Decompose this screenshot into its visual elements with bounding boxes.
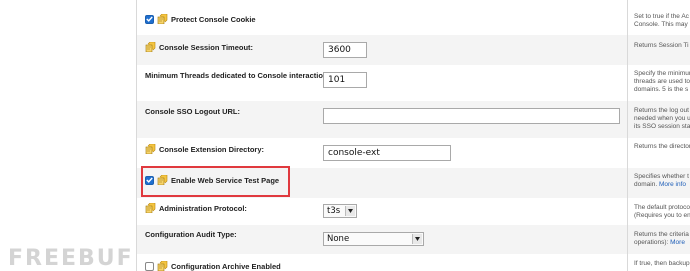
select-value: None bbox=[327, 234, 350, 244]
administration-protocol-select[interactable]: t3s bbox=[323, 204, 357, 218]
setting-row-protect-console-cookie: Protect Console Cookie bbox=[137, 0, 690, 36]
watermark: FREEBUF bbox=[8, 246, 134, 271]
description-administration-protocol: The default protoco (Requires you to en bbox=[634, 204, 690, 219]
setting-label: Console SSO Logout URL: bbox=[145, 107, 240, 116]
setting-row-minimum-threads: Minimum Threads dedicated to Console int… bbox=[137, 65, 690, 102]
dynamic-attribute-icon bbox=[145, 144, 156, 154]
configuration-archive-enabled-checkbox[interactable] bbox=[145, 261, 154, 271]
chevron-down-icon bbox=[345, 206, 355, 216]
description-configuration-audit-type: Returns the criteria operations): More bbox=[634, 231, 689, 246]
setting-row-administration-protocol: Administration Protocol: t3s bbox=[137, 198, 690, 226]
console-session-timeout-input[interactable]: 3600 bbox=[323, 42, 367, 58]
console-extension-directory-input[interactable]: console-ext bbox=[323, 145, 451, 161]
dynamic-attribute-icon bbox=[157, 261, 168, 271]
description-console-sso-logout-url: Returns the log out needed when you u it… bbox=[634, 107, 690, 130]
select-value: t3s bbox=[327, 206, 341, 216]
minimum-threads-input[interactable]: 101 bbox=[323, 72, 367, 88]
description-enable-web-service-test-page: Specifies whether t domain. More info bbox=[634, 173, 689, 188]
description-console-extension-directory: Returns the director bbox=[634, 143, 690, 150]
description-protect-console-cookie: Set to true if the Ac Console. This may bbox=[634, 13, 689, 28]
description-console-session-timeout: Returns Session Ti bbox=[634, 42, 689, 49]
configuration-audit-type-select[interactable]: None bbox=[323, 232, 424, 246]
setting-label: Administration Protocol: bbox=[159, 203, 247, 213]
setting-row-configuration-audit-type: Configuration Audit Type: None bbox=[137, 225, 690, 255]
console-sso-logout-url-input[interactable] bbox=[323, 108, 620, 124]
setting-label: Configuration Archive Enabled bbox=[171, 261, 281, 271]
dynamic-attribute-icon bbox=[157, 14, 168, 24]
dynamic-attribute-icon bbox=[145, 42, 156, 52]
setting-label: Protect Console Cookie bbox=[171, 14, 256, 24]
setting-label: Minimum Threads dedicated to Console int… bbox=[145, 71, 335, 80]
setting-row-configuration-archive-enabled: Configuration Archive Enabled bbox=[137, 254, 690, 271]
setting-label: Console Extension Directory: bbox=[159, 144, 265, 154]
setting-label: Console Session Timeout: bbox=[159, 42, 254, 52]
description-configuration-archive-enabled: If true, then backup bbox=[634, 260, 690, 267]
description-minimum-threads: Specify the minimum threads are used to … bbox=[634, 70, 690, 93]
dynamic-attribute-icon bbox=[145, 203, 156, 213]
setting-row-console-session-timeout: Console Session Timeout: 3600 bbox=[137, 35, 690, 66]
more-info-link[interactable]: More info bbox=[659, 181, 686, 188]
chevron-down-icon bbox=[412, 234, 422, 244]
more-info-link[interactable]: More bbox=[670, 239, 685, 246]
setting-label: Configuration Audit Type: bbox=[145, 230, 237, 239]
protect-console-cookie-checkbox[interactable] bbox=[145, 14, 154, 24]
setting-row-console-sso-logout-url: Console SSO Logout URL: bbox=[137, 101, 690, 139]
setting-row-console-extension-directory: Console Extension Directory: console-ext bbox=[137, 138, 690, 169]
highlight-box bbox=[141, 166, 290, 197]
